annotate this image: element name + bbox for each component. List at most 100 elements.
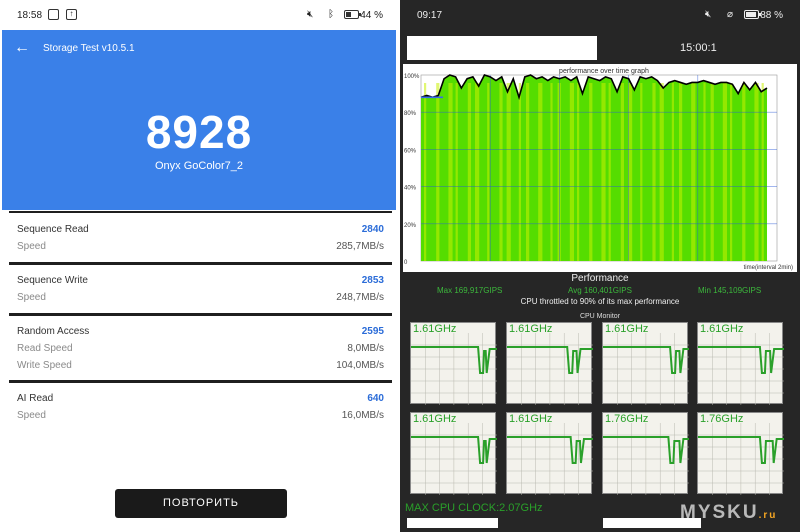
cpu-throttling-screen: 09:17 🔇︎ ⌀ 88 % 15:00:1 0 20% 40% 60% 80% 100…: [400, 0, 800, 532]
battery-percent: 88 %: [760, 10, 783, 21]
upload-notification-icon: ↑: [66, 9, 77, 21]
status-time: 18:58: [17, 10, 43, 21]
throttle-note: CPU throttled to 90% of its max performa…: [520, 297, 680, 306]
status-bar: 18:58 ↑ 🔇︎ ᛒ 44 %: [0, 0, 400, 30]
area-stripe: [538, 83, 543, 261]
area-stripe: [526, 83, 530, 261]
cpu-core-panel: 1.76GHz: [602, 412, 689, 495]
area-stripe: [487, 83, 490, 261]
area-stripe: [671, 83, 674, 261]
storage-test-screen: 18:58 ↑ 🔇︎ ᛒ 44 % ← Storage Test v10.5.1…: [0, 0, 400, 532]
area-stripe: [506, 83, 511, 261]
area-stripe: [761, 83, 764, 261]
area-stripe: [601, 83, 606, 261]
performance-chart-svg: 0 20% 40% 60% 80% 100% performance over time g…: [404, 68, 793, 271]
area-stripe: [448, 83, 453, 261]
cpu-core-panel: 1.61GHz: [506, 322, 593, 405]
result-name: Random Access: [17, 326, 90, 337]
area-stripe: [608, 83, 611, 261]
x-axis-label: time(interval 2min): [744, 265, 793, 271]
detail-label: Speed: [17, 410, 46, 421]
y-tick-label: 40%: [404, 186, 417, 192]
bottom-bar: [407, 518, 498, 528]
performance-heading: Performance: [571, 273, 629, 284]
area-stripe: [436, 83, 440, 261]
result-detail-row: Speed 248,7MB/s: [9, 290, 392, 307]
detail-value: 16,0MB/s: [341, 410, 384, 421]
cpu-monitor-title: CPU Monitor: [579, 313, 621, 320]
area-stripe: [691, 83, 696, 261]
mute-icon: 🔇︎: [307, 9, 314, 20]
area-stripe: [620, 83, 624, 261]
area-stripe: [659, 83, 664, 261]
area-stripe: [518, 83, 521, 261]
performance-min: Min 145,109GIPS: [698, 286, 762, 295]
area-stripe: [652, 83, 656, 261]
cpu-core-panel: 1.61GHz: [410, 322, 497, 405]
cpu-monitor-grid: 1.61GHz 1.61GHz 1.61GHz 1.61GHz 1.61GHz 1.61G…: [405, 322, 795, 516]
result-score: 2853: [361, 275, 384, 286]
core-graph: [411, 333, 497, 405]
bluetooth-icon: ᛒ: [328, 9, 334, 20]
result-score: 2595: [361, 326, 384, 337]
cpu-core-panel: 1.61GHz: [506, 412, 593, 495]
detail-value: 8,0MB/s: [347, 343, 384, 354]
detail-label: Write Speed: [17, 360, 72, 371]
core-graph: [603, 333, 689, 405]
result-detail-row: Write Speed 104,0MB/s: [9, 358, 392, 375]
result-detail-row: Speed 285,7MB/s: [9, 239, 392, 256]
area-stripe: [467, 83, 471, 261]
total-score: 8928: [145, 106, 253, 158]
area-stripe: [742, 83, 746, 261]
result-detail-row: Read Speed 8,0MB/s: [9, 341, 392, 358]
area-stripe: [589, 83, 593, 261]
y-tick-label: 60%: [404, 148, 417, 154]
result-card: AI Read 640 Speed 16,0MB/s: [9, 391, 392, 425]
back-arrow-icon[interactable]: ←: [14, 39, 30, 57]
test-name-box: [407, 36, 597, 60]
core-graph: [411, 423, 497, 495]
detail-label: Read Speed: [17, 343, 73, 354]
result-name: AI Read: [17, 393, 54, 404]
result-row: AI Read 640: [9, 391, 392, 408]
core-graph: [698, 333, 784, 405]
area-fill: [421, 75, 767, 261]
y-tick-label: 20%: [404, 223, 417, 229]
divider: [9, 313, 392, 316]
result-detail-row: Speed 16,0MB/s: [9, 408, 392, 425]
y-tick-label: 80%: [404, 111, 417, 117]
area-stripe: [710, 83, 714, 261]
notification-square-icon: [48, 9, 59, 21]
divider: [9, 380, 392, 383]
y-tick-label: 100%: [404, 74, 420, 80]
area-stripe: [577, 83, 580, 261]
detail-value: 104,0MB/s: [336, 360, 384, 371]
retry-button[interactable]: ПОВТОРИТЬ: [115, 489, 287, 518]
detail-label: Speed: [17, 241, 46, 252]
divider: [9, 211, 392, 213]
area-stripe: [550, 83, 553, 261]
chart-title: performance over time graph: [559, 68, 649, 75]
area-stripe: [754, 83, 759, 261]
max-cpu-clock: MAX CPU CLOCK:2.07GHz: [405, 502, 543, 514]
watermark-text: MYSKU: [680, 502, 759, 523]
divider: [9, 262, 392, 265]
status-time: 09:17: [417, 10, 443, 21]
result-row: Sequence Read 2840: [9, 222, 392, 239]
area-stripe: [455, 83, 458, 261]
core-graph: [507, 423, 593, 495]
result-score: 640: [367, 393, 384, 404]
core-graph: [507, 333, 593, 405]
watermark: MYSKU.ru: [680, 502, 777, 524]
result-score: 2840: [361, 224, 384, 235]
result-card: Random Access 2595 Read Speed 8,0MB/s Write …: [9, 324, 392, 375]
cpu-core-panel: 1.76GHz: [697, 412, 784, 495]
alarm-off-icon: ⌀: [727, 9, 734, 20]
result-row: Random Access 2595: [9, 324, 392, 341]
result-name: Sequence Read: [17, 224, 89, 235]
area-stripe: [722, 83, 727, 261]
mute-icon: 🔇︎: [705, 9, 712, 20]
cpu-core-panel: 1.61GHz: [410, 412, 497, 495]
core-graph: [603, 423, 689, 495]
area-stripe: [424, 83, 427, 261]
